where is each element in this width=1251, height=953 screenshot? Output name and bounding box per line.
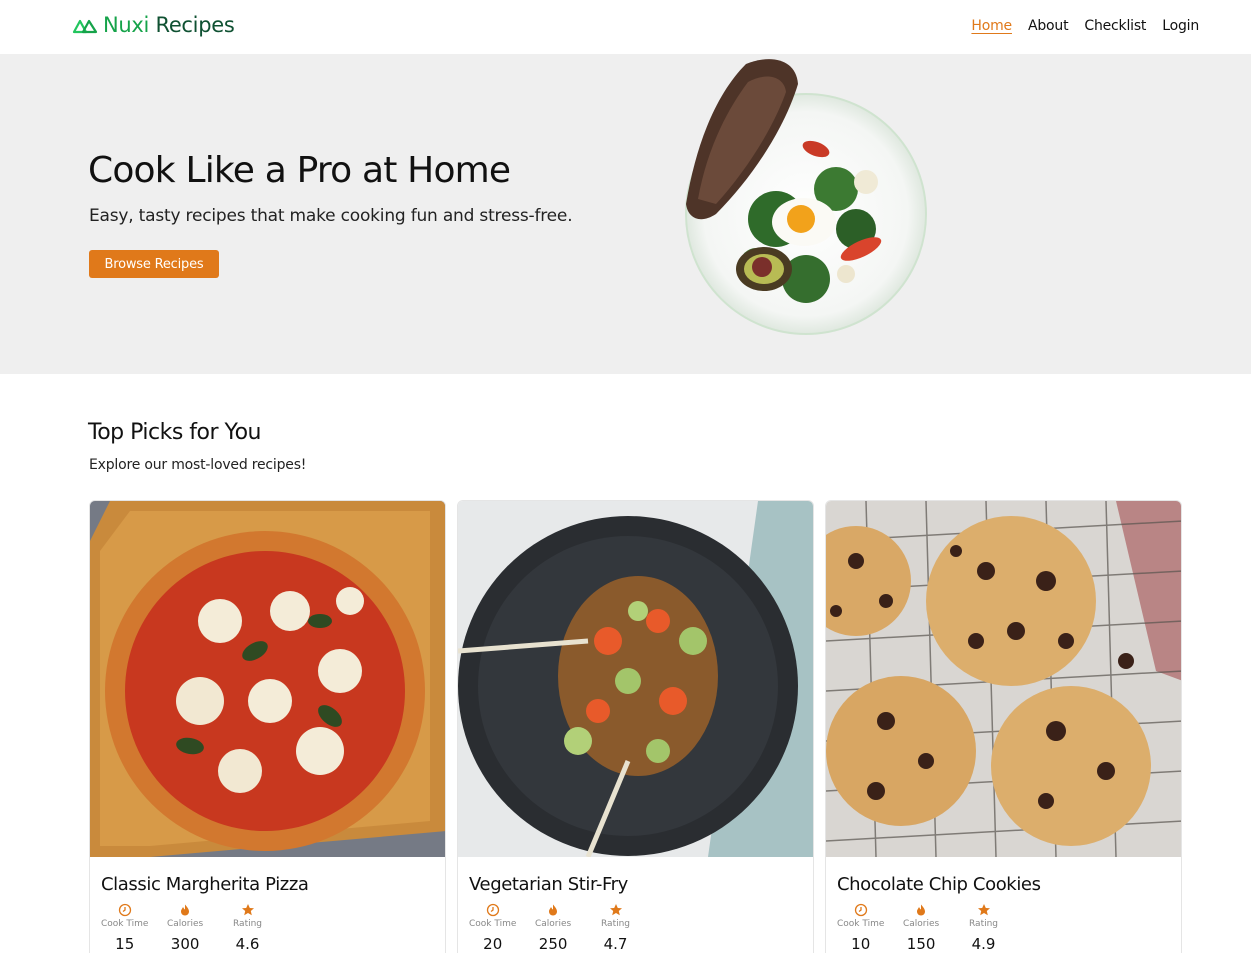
calories-value: 250 — [538, 935, 568, 953]
hero-title: Cook Like a Pro at Home — [88, 150, 511, 191]
section-subtitle: Explore our most-loved recipes! — [89, 457, 307, 473]
rating-label: Rating — [601, 919, 631, 929]
calories-value: 300 — [170, 935, 200, 953]
hero-food-plate-image — [685, 59, 927, 335]
stir-fry-image — [458, 501, 813, 857]
cookies-image — [826, 501, 1181, 857]
calories-stat: Calories 150 — [903, 903, 969, 953]
star-icon — [241, 904, 254, 916]
cook-time-label: Cook Time — [837, 919, 885, 929]
section-title: Top Picks for You — [88, 420, 261, 445]
cook-time-label: Cook Time — [101, 919, 149, 929]
calories-label: Calories — [903, 919, 940, 929]
nav-home-link[interactable]: Home — [971, 18, 1012, 34]
calories-value: 150 — [906, 935, 936, 953]
cook-time-value: 10 — [851, 935, 871, 953]
browse-recipes-button[interactable]: Browse Recipes — [89, 250, 219, 278]
nav-about-link[interactable]: About — [1028, 18, 1069, 34]
rating-stat: Rating 4.6 — [233, 903, 299, 953]
recipe-card[interactable]: Chocolate Chip Cookies Cook Time 10 Calo… — [825, 500, 1182, 953]
rating-value: 4.7 — [603, 935, 628, 953]
recipe-stats: Cook Time 20 Calories 250 Rating 4.7 — [469, 903, 667, 953]
cook-time-value: 15 — [115, 935, 135, 953]
site-header: Nuxi Recipes Home About Checklist Login — [0, 0, 1251, 54]
clock-icon — [118, 903, 131, 917]
calories-stat: Calories 300 — [167, 903, 233, 953]
nuxt-logo-icon — [72, 19, 98, 34]
hero-section: Cook Like a Pro at Home Easy, tasty reci… — [0, 54, 1251, 374]
nav-checklist-link[interactable]: Checklist — [1084, 18, 1146, 34]
flame-icon — [181, 904, 190, 916]
cook-time-stat: Cook Time 15 — [101, 903, 167, 953]
recipe-stats: Cook Time 10 Calories 150 Rating 4.9 — [837, 903, 1035, 953]
recipe-title[interactable]: Vegetarian Stir-Fry — [469, 874, 628, 895]
nav-login-link[interactable]: Login — [1162, 18, 1199, 34]
calories-stat: Calories 250 — [535, 903, 601, 953]
pizza-image — [90, 501, 445, 857]
rating-stat: Rating 4.7 — [601, 903, 667, 953]
main-nav: Home About Checklist Login — [971, 18, 1199, 34]
clock-icon — [854, 903, 867, 917]
rating-stat: Rating 4.9 — [969, 903, 1035, 953]
recipe-card[interactable]: Classic Margherita Pizza Cook Time 15 Ca… — [89, 500, 446, 953]
cook-time-label: Cook Time — [469, 919, 517, 929]
cook-time-stat: Cook Time 10 — [837, 903, 903, 953]
hero-subtitle: Easy, tasty recipes that make cooking fu… — [89, 206, 573, 226]
rating-value: 4.9 — [971, 935, 996, 953]
cook-time-stat: Cook Time 20 — [469, 903, 535, 953]
flame-icon — [549, 904, 558, 916]
brand-logo[interactable]: Nuxi Recipes — [72, 13, 235, 37]
star-icon — [609, 904, 622, 916]
flame-icon — [917, 904, 926, 916]
rating-value: 4.6 — [235, 935, 260, 953]
recipe-card[interactable]: Vegetarian Stir-Fry Cook Time 20 Calorie… — [457, 500, 814, 953]
calories-label: Calories — [535, 919, 572, 929]
recipe-card-list: Classic Margherita Pizza Cook Time 15 Ca… — [89, 500, 1182, 953]
recipe-title[interactable]: Classic Margherita Pizza — [101, 874, 309, 895]
calories-label: Calories — [167, 919, 204, 929]
recipe-stats: Cook Time 15 Calories 300 Rating 4.6 — [101, 903, 299, 953]
star-icon — [977, 904, 990, 916]
rating-label: Rating — [233, 919, 263, 929]
cook-time-value: 20 — [483, 935, 503, 953]
brand-name: Nuxi Recipes — [103, 13, 235, 37]
recipe-title[interactable]: Chocolate Chip Cookies — [837, 874, 1041, 895]
clock-icon — [486, 903, 499, 917]
rating-label: Rating — [969, 919, 999, 929]
